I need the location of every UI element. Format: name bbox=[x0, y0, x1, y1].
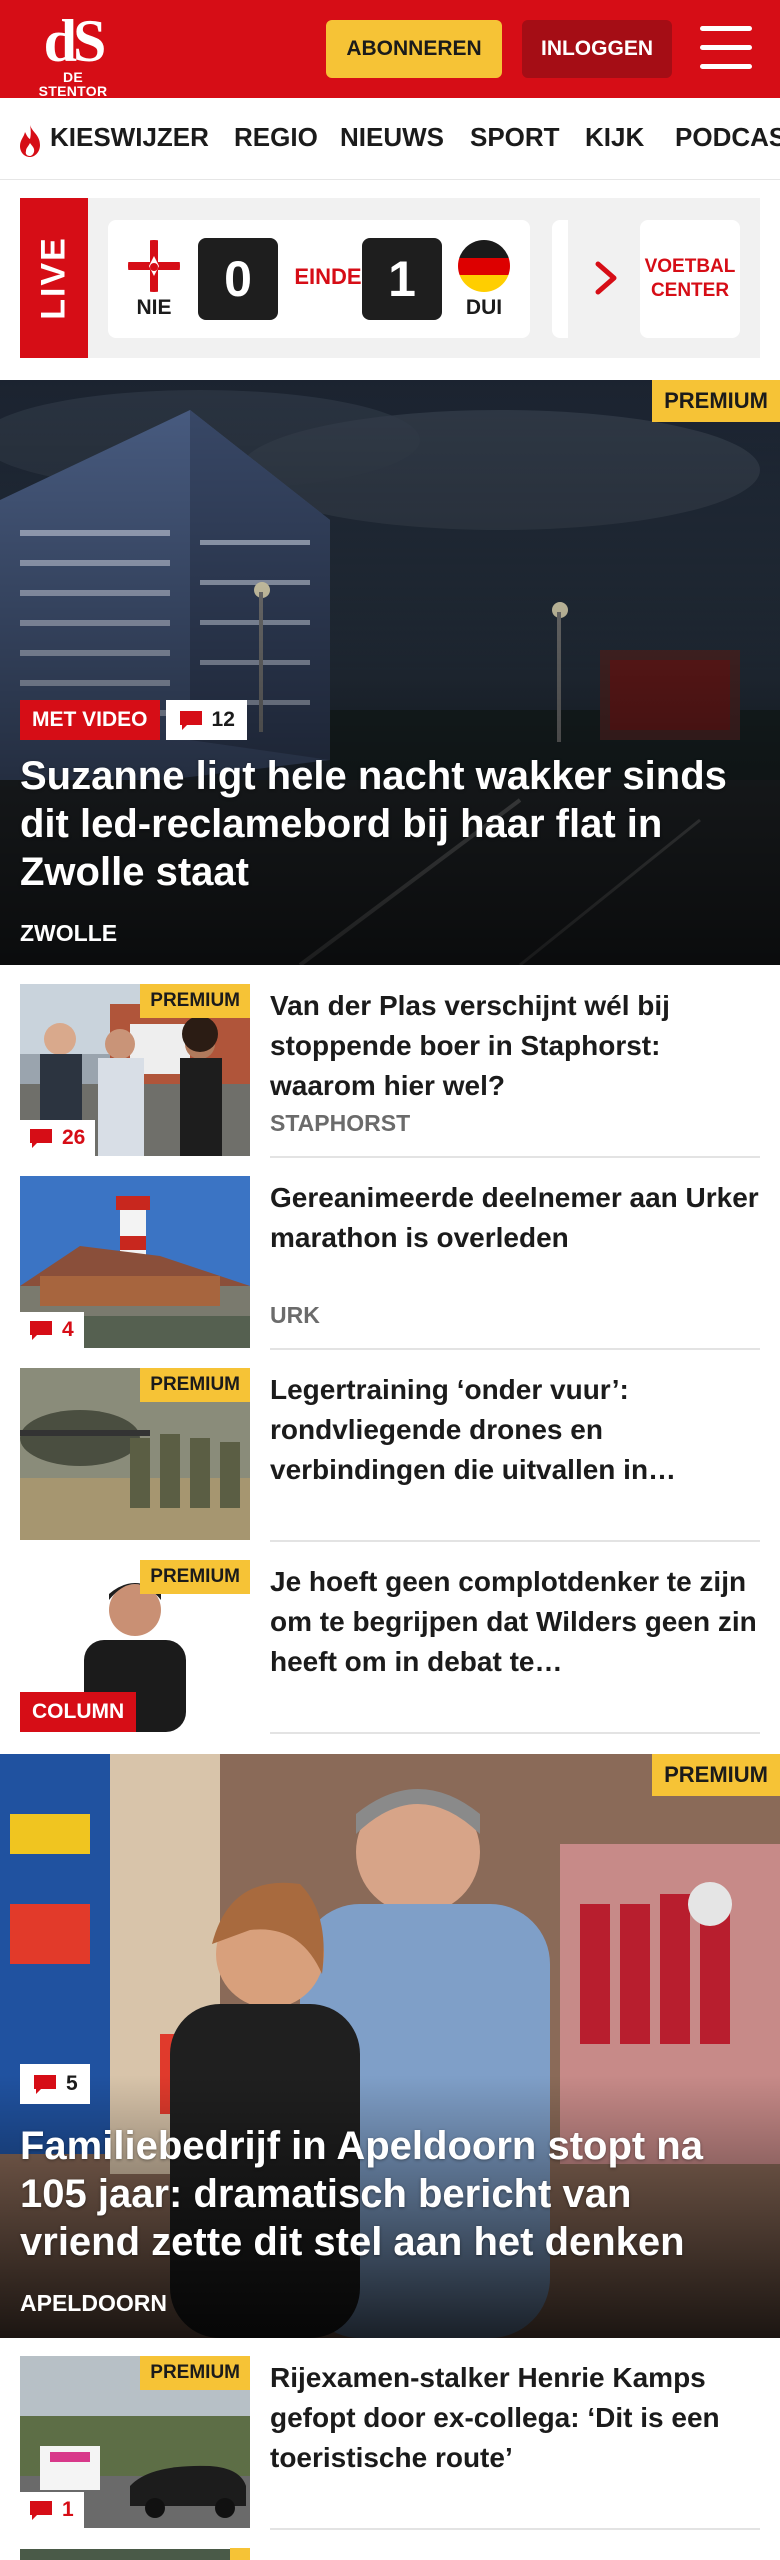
hero-location: APELDOORN bbox=[20, 2290, 167, 2316]
hero-tags: 5 bbox=[20, 2064, 90, 2104]
comments-count[interactable]: 4 bbox=[20, 1312, 84, 1348]
subscribe-button[interactable]: ABONNEREN bbox=[326, 20, 502, 78]
divider bbox=[270, 1732, 760, 1734]
voetbal-center-button[interactable]: VOETBAL CENTER bbox=[640, 220, 740, 338]
comments-count[interactable]: 1 bbox=[20, 2492, 84, 2528]
comment-icon bbox=[30, 1321, 52, 1340]
nav-item-podcasts[interactable]: PODCAS bbox=[675, 122, 780, 153]
article-title[interactable]: Je hoeft geen complotdenker te zijn om t… bbox=[270, 1562, 760, 1682]
list-item[interactable]: 4 Gereanimeerde deelnemer aan Urker mara… bbox=[20, 1160, 760, 1350]
away-team-code: DUI bbox=[465, 296, 503, 319]
hero-article-zwolle[interactable]: PREMIUM MET VIDEO 12 Suzanne ligt hele n… bbox=[0, 380, 780, 965]
home-team-code: NIE bbox=[136, 296, 172, 319]
article-thumbnail: PREMIUM 26 bbox=[20, 984, 250, 1156]
hero-article-apeldoorn[interactable]: PREMIUM 5 Familiebedrijf in Apeldoorn st… bbox=[0, 1754, 780, 2338]
article-thumbnail: PREMIUM 1 bbox=[20, 2356, 250, 2528]
nav-item-nieuws[interactable]: NIEUWS bbox=[340, 122, 444, 153]
list-item[interactable]: PREMIUM Legertraining ‘onder vuur’: rond… bbox=[20, 1352, 760, 1542]
comments-number: 4 bbox=[62, 1318, 74, 1341]
germany-flag-icon bbox=[458, 240, 510, 292]
match-status: EINDE bbox=[294, 264, 362, 289]
divider bbox=[270, 1156, 760, 1158]
premium-badge: PREMIUM bbox=[140, 2356, 250, 2390]
comments-number: 5 bbox=[66, 2072, 78, 2095]
premium-badge: PREMIUM bbox=[140, 1368, 250, 1402]
chevron-right-icon[interactable] bbox=[588, 258, 624, 298]
logo-mark: dS bbox=[43, 8, 107, 74]
divider bbox=[270, 2528, 760, 2530]
comments-count[interactable]: 5 bbox=[20, 2064, 90, 2104]
nav-item-sport[interactable]: SPORT bbox=[470, 122, 560, 153]
comment-icon bbox=[30, 1129, 52, 1148]
premium-badge: PREMIUM bbox=[140, 984, 250, 1018]
premium-badge: PREMIUM bbox=[140, 1560, 250, 1594]
hero-title[interactable]: Familiebedrijf in Apeldoorn stopt na 105… bbox=[20, 2122, 760, 2266]
hero-tags: MET VIDEO 12 bbox=[20, 700, 247, 740]
article-title[interactable]: Rijexamen-stalker Henrie Kamps gefopt do… bbox=[270, 2358, 760, 2478]
northern-ireland-flag-icon bbox=[128, 240, 180, 292]
article-location: URK bbox=[270, 1302, 320, 1328]
comment-icon bbox=[179, 711, 202, 730]
next-match-card-edge[interactable] bbox=[552, 220, 568, 338]
comments-number: 1 bbox=[62, 2498, 74, 2521]
nav-item-kieswijzer[interactable]: KIESWIJZER bbox=[50, 122, 209, 153]
comments-count[interactable]: 12 bbox=[165, 700, 247, 740]
video-tag: MET VIDEO bbox=[20, 700, 160, 740]
hero-title[interactable]: Suzanne ligt hele nacht wakker sinds dit… bbox=[20, 752, 760, 896]
hero-location: ZWOLLE bbox=[20, 920, 118, 946]
premium-badge bbox=[230, 2548, 250, 2560]
divider bbox=[270, 1540, 760, 1542]
logo-subtitle: DE STENTOR bbox=[38, 69, 108, 99]
nav-item-kijk[interactable]: KIJK bbox=[585, 122, 644, 153]
divider bbox=[270, 1348, 760, 1350]
hamburger-menu-icon[interactable] bbox=[700, 24, 752, 72]
list-item[interactable]: PREMIUM 1 Rijexamen-stalker Henrie Kamps… bbox=[20, 2340, 760, 2530]
article-title[interactable]: Gereanimeerde deelnemer aan Urker marath… bbox=[270, 1178, 760, 1258]
flame-icon bbox=[20, 125, 40, 157]
column-tag: COLUMN bbox=[20, 1692, 137, 1732]
list-item[interactable]: PREMIUM 26 Van der Plas verschijnt wél b… bbox=[20, 968, 760, 1158]
live-label: LIVE bbox=[20, 198, 88, 358]
comments-number: 26 bbox=[62, 1126, 86, 1149]
main-nav: KIESWIJZER REGIO NIEUWS SPORT KIJK PODCA… bbox=[0, 98, 780, 180]
comment-icon bbox=[34, 2075, 56, 2094]
premium-badge: PREMIUM bbox=[652, 1754, 780, 1796]
list-item[interactable] bbox=[20, 2532, 760, 2560]
site-logo[interactable]: dS DE STENTOR bbox=[28, 8, 118, 98]
away-score: 1 bbox=[362, 238, 442, 320]
article-thumbnail: PREMIUM bbox=[20, 1368, 250, 1540]
article-thumbnail bbox=[20, 2548, 250, 2560]
article-thumbnail: 4 bbox=[20, 1176, 250, 1348]
article-thumbnail: PREMIUM COLUMN bbox=[20, 1560, 250, 1732]
comments-count[interactable]: 26 bbox=[20, 1120, 96, 1156]
comments-number: 12 bbox=[211, 708, 235, 731]
premium-badge: PREMIUM bbox=[652, 380, 780, 422]
article-location: STAPHORST bbox=[270, 1110, 411, 1136]
article-title[interactable]: Legertraining ‘onder vuur’: rondvliegend… bbox=[270, 1370, 760, 1490]
home-score: 0 bbox=[198, 238, 278, 320]
match-card[interactable]: NIE 0 EINDE 1 DUI bbox=[108, 220, 530, 338]
article-title[interactable]: Van der Plas verschijnt wél bij stoppend… bbox=[270, 986, 760, 1106]
list-item[interactable]: PREMIUM COLUMN Je hoeft geen complotdenk… bbox=[20, 1544, 760, 1734]
nav-item-regio[interactable]: REGIO bbox=[234, 122, 318, 153]
comment-icon bbox=[30, 2501, 52, 2520]
site-header: dS DE STENTOR ABONNEREN INLOGGEN bbox=[0, 0, 780, 98]
login-button[interactable]: INLOGGEN bbox=[522, 20, 672, 78]
live-score-bar: LIVE NIE 0 EINDE 1 DUI VOETBAL CENTER bbox=[20, 198, 760, 358]
